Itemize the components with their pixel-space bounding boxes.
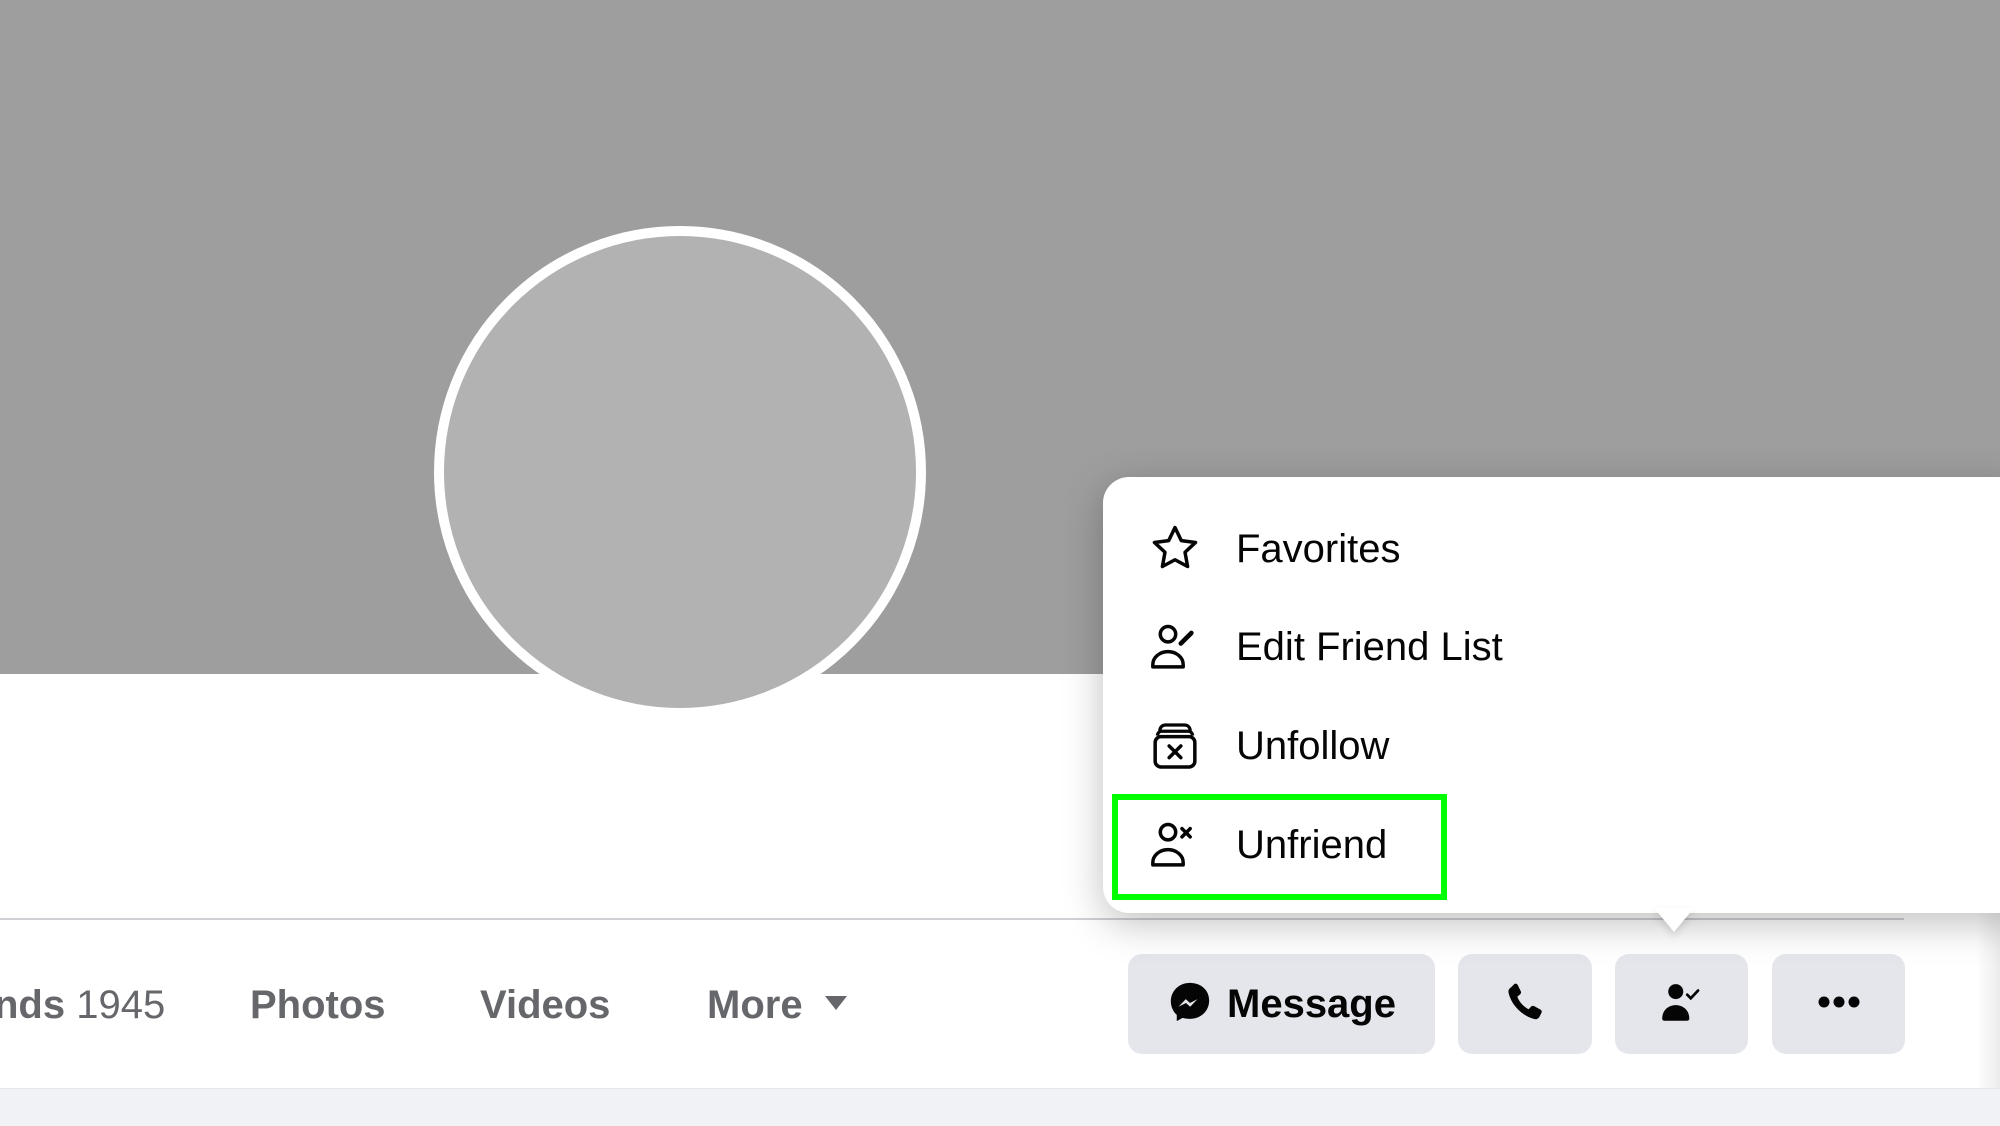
friend-check-icon [1657, 977, 1707, 1032]
unfriend-icon [1147, 817, 1203, 873]
tab-more-label: More [707, 983, 803, 1027]
page-background [0, 1088, 2000, 1126]
tab-photos-label: Photos [250, 983, 386, 1027]
page-edge-shadow [1976, 913, 2000, 1088]
menu-item-label: Unfriend [1236, 822, 1388, 867]
caret-down-icon [824, 996, 847, 1011]
ellipsis-icon [1817, 995, 1861, 1014]
message-label: Message [1227, 981, 1396, 1026]
friend-options-menu: Favorites Edit Friend List Unfollow Unfr… [1103, 477, 2000, 913]
message-button[interactable]: Message [1128, 954, 1435, 1054]
menu-item-label: Unfollow [1236, 723, 1390, 768]
tab-videos[interactable]: Videos [480, 960, 610, 1050]
friends-count: 1945 [76, 983, 166, 1027]
tab-friends[interactable]: nds 1945 [0, 960, 165, 1050]
unfollow-icon [1147, 718, 1203, 774]
tab-videos-label: Videos [480, 983, 611, 1027]
more-options-button[interactable] [1772, 954, 1905, 1054]
messenger-icon [1167, 979, 1213, 1030]
tab-photos[interactable]: Photos [250, 960, 386, 1050]
call-button[interactable] [1458, 954, 1592, 1054]
menu-item-label: Edit Friend List [1236, 624, 1503, 669]
menu-pointer-arrow [1654, 908, 1694, 932]
star-icon [1147, 521, 1203, 577]
profile-avatar[interactable] [434, 226, 926, 718]
menu-item-unfriend[interactable]: Unfriend [1113, 797, 1713, 893]
profile-divider [0, 918, 1904, 920]
phone-icon [1502, 979, 1548, 1030]
tab-more[interactable]: More [707, 960, 847, 1050]
menu-item-edit-friend-list[interactable]: Edit Friend List [1113, 599, 1713, 695]
menu-item-unfollow[interactable]: Unfollow [1113, 698, 1713, 794]
edit-friend-icon [1147, 619, 1203, 675]
tab-friends-label: nds [0, 983, 66, 1027]
friends-status-button[interactable] [1615, 954, 1748, 1054]
menu-item-favorites[interactable]: Favorites [1113, 501, 1713, 597]
menu-item-label: Favorites [1236, 526, 1401, 571]
